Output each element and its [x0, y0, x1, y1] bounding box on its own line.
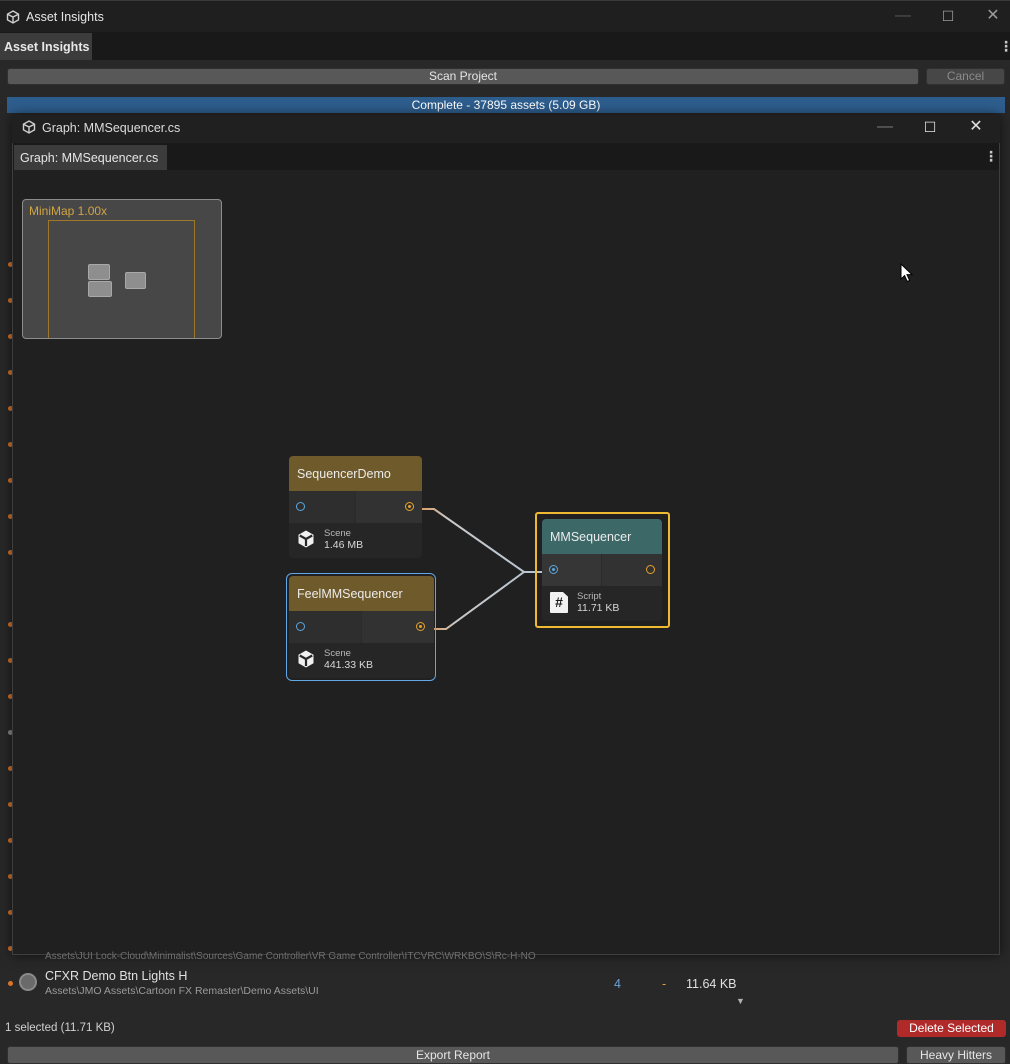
node-info: Scene 441.33 KB	[289, 643, 434, 676]
list-row-marker	[8, 981, 13, 986]
node-info: Scene 1.46 MB	[289, 523, 422, 556]
output-port-icon[interactable]	[416, 622, 425, 631]
graph-close-button[interactable]: ✕	[966, 117, 986, 137]
node-info: # Script 11.71 KB	[542, 586, 662, 619]
graph-menu-icon[interactable]: ⋮	[984, 148, 998, 165]
main-tab-bar	[0, 32, 1010, 60]
graph-node-feelmmsequencer[interactable]: FeelMMSequencer Scene 441.33 KB	[289, 576, 434, 678]
input-port-icon[interactable]	[296, 622, 305, 631]
scan-project-button[interactable]: Scan Project	[7, 68, 919, 85]
main-close-button[interactable]: ✕	[983, 6, 1003, 26]
main-maximize-button[interactable]: ☐	[938, 6, 958, 26]
node-asset-size: 1.46 MB	[324, 539, 364, 551]
minimap-label: MiniMap 1.00x	[29, 204, 108, 218]
graph-node-sequencerdemo[interactable]: SequencerDemo Scene 1.46 MB	[289, 456, 422, 558]
tab-asset-insights[interactable]: Asset Insights	[0, 33, 92, 60]
input-port-icon[interactable]	[296, 502, 305, 511]
main-minimize-button[interactable]: —	[893, 6, 913, 26]
sprite-asset-icon	[19, 973, 37, 991]
graph-maximize-button[interactable]: ☐	[920, 117, 940, 137]
node-title: MMSequencer	[542, 519, 662, 554]
heavy-hitters-button[interactable]: Heavy Hitters	[906, 1046, 1006, 1064]
main-menu-icon[interactable]: ⋮	[999, 38, 1010, 55]
node-port-row	[289, 491, 422, 523]
main-window-title: Asset Insights	[26, 10, 104, 24]
minimap-viewport[interactable]	[48, 220, 195, 338]
scroll-down-arrow-icon[interactable]: ▼	[736, 996, 745, 1006]
node-asset-type: Script	[577, 591, 602, 602]
main-titlebar: Asset Insights	[0, 0, 1010, 32]
output-port-icon[interactable]	[405, 502, 414, 511]
mouse-cursor-icon	[900, 263, 914, 283]
node-asset-type: Scene	[324, 648, 351, 659]
output-port-icon[interactable]	[646, 565, 655, 574]
list-row-name: CFXR Demo Btn Lights H	[45, 969, 188, 983]
unity-logo-icon	[298, 650, 314, 668]
list-row-size: 11.64 KB	[686, 977, 737, 991]
list-row-path: Assets\JMO Assets\Cartoon FX Remaster\De…	[45, 985, 319, 997]
minimap-node	[125, 272, 146, 289]
node-port-row	[542, 554, 662, 586]
list-row-path-partial: Assets\JUI Lock-Cloud\Minimalist\Sources…	[45, 951, 536, 962]
node-asset-size: 441.33 KB	[324, 659, 374, 671]
graph-node-mmsequencer[interactable]: MMSequencer # Script 11.71 KB	[542, 519, 662, 621]
export-report-button[interactable]: Export Report	[7, 1046, 899, 1064]
delete-selected-button[interactable]: Delete Selected	[897, 1020, 1006, 1037]
node-title: FeelMMSequencer	[289, 576, 434, 611]
list-row-dash: -	[662, 977, 667, 991]
minimap-node	[88, 281, 112, 297]
selection-status: 1 selected (11.71 KB)	[5, 1022, 115, 1034]
cancel-button[interactable]: Cancel	[926, 68, 1005, 85]
minimap-node	[88, 264, 110, 280]
script-hash-icon: #	[550, 592, 568, 613]
unity-logo-icon	[298, 530, 314, 548]
node-title: SequencerDemo	[289, 456, 422, 491]
list-row-reference-count: 4	[614, 977, 621, 991]
progress-text: Complete - 37895 assets (5.09 GB)	[411, 98, 601, 112]
unity-logo-icon	[22, 120, 36, 134]
unity-logo-icon	[6, 10, 20, 24]
input-port-icon[interactable]	[549, 565, 558, 574]
graph-window-title: Graph: MMSequencer.cs	[42, 121, 181, 135]
node-port-row	[289, 611, 434, 643]
graph-minimize-button[interactable]: —	[875, 117, 895, 137]
node-asset-type: Scene	[324, 528, 351, 539]
tab-graph[interactable]: Graph: MMSequencer.cs	[14, 145, 167, 170]
node-asset-size: 11.71 KB	[577, 602, 620, 614]
